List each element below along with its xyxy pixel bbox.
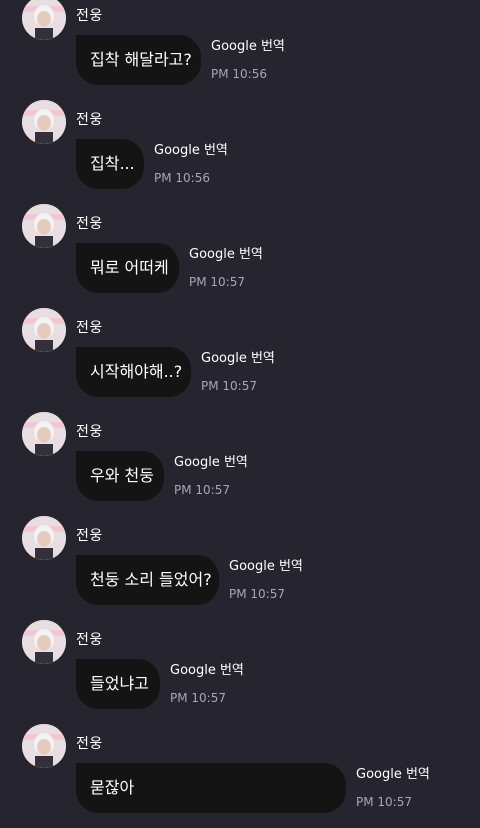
sender-name: 전웅 xyxy=(76,528,103,544)
avatar[interactable] xyxy=(22,308,66,352)
message-bubble[interactable]: 시작해야해..? xyxy=(76,347,191,397)
google-translate-link[interactable]: Google 번역 xyxy=(201,350,275,368)
message-item: 전웅 묻잖아 Google 번역 PM 10:57 xyxy=(0,724,480,828)
avatar[interactable] xyxy=(22,516,66,560)
message-bubble[interactable]: 묻잖아 xyxy=(76,763,346,813)
message-item: 전웅 집착 해달라고? Google 번역 PM 10:56 xyxy=(0,0,480,100)
google-translate-link[interactable]: Google 번역 xyxy=(211,38,285,56)
sender-name: 전웅 xyxy=(76,112,103,128)
google-translate-link[interactable]: Google 번역 xyxy=(229,558,303,576)
message-timestamp: PM 10:57 xyxy=(229,587,285,601)
message-item: 전웅 천둥 소리 들었어? Google 번역 PM 10:57 xyxy=(0,516,480,620)
message-bubble[interactable]: 집착 해달라고? xyxy=(76,35,201,85)
message-item: 전웅 집착... Google 번역 PM 10:56 xyxy=(0,100,480,204)
message-bubble[interactable]: 들었냐고 xyxy=(76,659,160,709)
sender-name: 전웅 xyxy=(76,320,103,336)
avatar[interactable] xyxy=(22,412,66,456)
message-timestamp: PM 10:57 xyxy=(174,483,230,497)
message-item: 전웅 뭐로 어떠케 Google 번역 PM 10:57 xyxy=(0,204,480,308)
avatar[interactable] xyxy=(22,0,66,40)
google-translate-link[interactable]: Google 번역 xyxy=(154,142,228,160)
message-timestamp: PM 10:56 xyxy=(154,171,210,185)
avatar[interactable] xyxy=(22,204,66,248)
avatar[interactable] xyxy=(22,724,66,768)
google-translate-link[interactable]: Google 번역 xyxy=(174,454,248,472)
message-bubble[interactable]: 집착... xyxy=(76,139,144,189)
sender-name: 전웅 xyxy=(76,216,103,232)
message-item: 전웅 들었냐고 Google 번역 PM 10:57 xyxy=(0,620,480,724)
avatar[interactable] xyxy=(22,620,66,664)
google-translate-link[interactable]: Google 번역 xyxy=(356,766,430,784)
message-bubble[interactable]: 천둥 소리 들었어? xyxy=(76,555,219,605)
sender-name: 전웅 xyxy=(76,8,103,24)
sender-name: 전웅 xyxy=(76,424,103,440)
google-translate-link[interactable]: Google 번역 xyxy=(189,246,263,264)
avatar[interactable] xyxy=(22,100,66,144)
chat-message-list: 전웅 집착 해달라고? Google 번역 PM 10:56 전웅 집착... … xyxy=(0,0,480,819)
sender-name: 전웅 xyxy=(76,736,103,752)
google-translate-link[interactable]: Google 번역 xyxy=(170,662,244,680)
message-item: 전웅 시작해야해..? Google 번역 PM 10:57 xyxy=(0,308,480,412)
message-timestamp: PM 10:57 xyxy=(170,691,226,705)
message-timestamp: PM 10:57 xyxy=(201,379,257,393)
message-timestamp: PM 10:57 xyxy=(189,275,245,289)
message-timestamp: PM 10:56 xyxy=(211,67,267,81)
message-bubble[interactable]: 우와 천둥 xyxy=(76,451,164,501)
sender-name: 전웅 xyxy=(76,632,103,648)
message-item: 전웅 우와 천둥 Google 번역 PM 10:57 xyxy=(0,412,480,516)
message-bubble[interactable]: 뭐로 어떠케 xyxy=(76,243,179,293)
message-timestamp: PM 10:57 xyxy=(356,795,412,809)
